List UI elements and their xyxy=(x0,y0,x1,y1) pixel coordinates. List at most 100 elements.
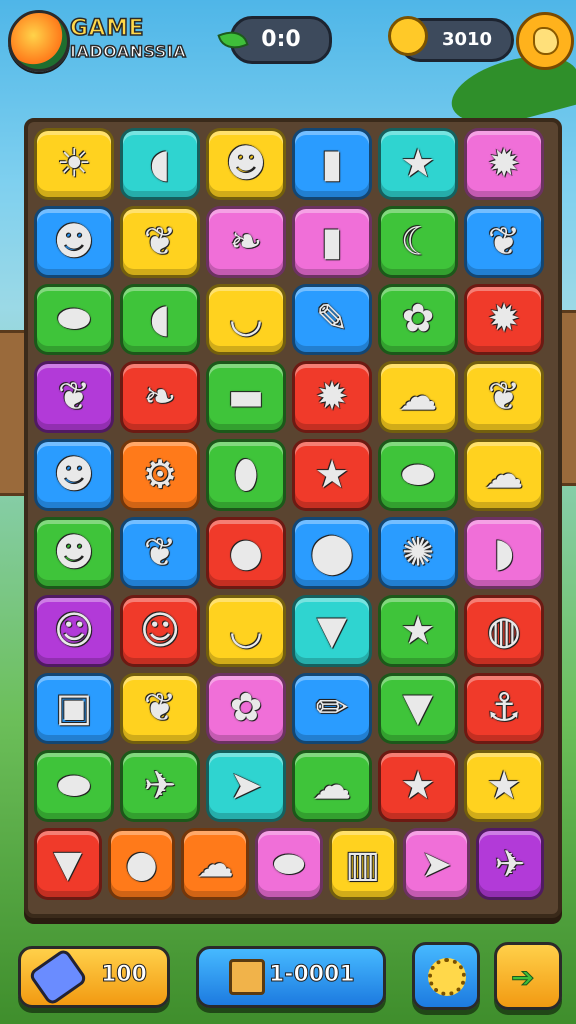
board-tile[interactable]: ☺ xyxy=(120,594,200,667)
board-tile[interactable]: ⬬ xyxy=(34,283,114,356)
board-tile[interactable]: ❦ xyxy=(464,361,544,434)
board-tile[interactable]: ◡ xyxy=(206,283,286,356)
board-tile[interactable]: ⚙ xyxy=(120,439,200,511)
board-tile[interactable]: ❦ xyxy=(120,672,200,745)
board-tile[interactable]: ☾ xyxy=(378,205,458,278)
board-tile[interactable]: ⬮ xyxy=(206,439,286,511)
monster-icon: ☻ xyxy=(53,452,95,498)
box-icon xyxy=(229,959,265,995)
board-tile[interactable]: ✏ xyxy=(292,672,372,745)
egg-icon: ⬬ xyxy=(57,763,91,809)
board-tile[interactable]: ☁ xyxy=(464,439,544,511)
board-tile[interactable]: ✺ xyxy=(378,517,458,589)
next-button[interactable]: ➔ xyxy=(494,942,562,1010)
apple-icon: ● xyxy=(125,842,158,886)
board-tile[interactable]: ☻ xyxy=(34,517,114,589)
board-tile[interactable]: ❦ xyxy=(464,205,544,278)
board-tile[interactable]: ▣ xyxy=(34,672,114,745)
carrot-icon: ▼ xyxy=(53,842,83,886)
board-tile[interactable]: ☻ xyxy=(206,128,286,200)
board-tile[interactable]: ★ xyxy=(378,750,458,823)
board-tile[interactable]: ★ xyxy=(378,128,458,200)
top-bar: GAME IADOANSSIA 0:0 3010 xyxy=(0,0,576,90)
board-tile[interactable]: ❦ xyxy=(34,361,114,434)
board-tile[interactable]: ⬬ xyxy=(378,439,458,511)
board-tile[interactable]: ✿ xyxy=(378,283,458,356)
cloud-icon: ☁ xyxy=(196,842,234,886)
board-tile[interactable]: ✈ xyxy=(120,750,200,823)
hammer-count: 100 xyxy=(101,962,148,988)
plant-icon: ✿ xyxy=(401,296,435,342)
board-tile[interactable]: ▼ xyxy=(378,672,458,745)
board-tile[interactable]: ★ xyxy=(292,439,372,511)
bottle-icon: ▮ xyxy=(321,141,343,187)
board-tile[interactable]: ☁ xyxy=(181,828,250,900)
leaf-icon: ❦ xyxy=(143,530,177,576)
board-tile[interactable]: ✹ xyxy=(464,283,544,356)
moves-count: 1-0001 xyxy=(269,962,356,988)
settings-button[interactable] xyxy=(412,942,480,1010)
board-tile[interactable]: ◍ xyxy=(464,594,544,667)
board-tile[interactable]: ◖ xyxy=(120,283,200,356)
board-tile[interactable]: ▼ xyxy=(34,828,102,900)
smile-icon: ☺ xyxy=(139,608,181,654)
board-tile[interactable]: ❧ xyxy=(120,361,200,434)
star-icon: ★ xyxy=(400,141,436,187)
board-tile[interactable]: ▮ xyxy=(292,205,372,278)
board-tile[interactable]: ⬬ xyxy=(255,828,323,900)
board-tile[interactable]: ❧ xyxy=(206,205,286,278)
board-tile[interactable]: ⚓ xyxy=(464,672,544,745)
board-tile[interactable]: ◖ xyxy=(120,128,200,200)
board-tile[interactable]: ▼ xyxy=(292,594,372,667)
leaf-icon: ❦ xyxy=(57,374,91,420)
game-title: GAME xyxy=(69,15,145,42)
board-tile[interactable]: ★ xyxy=(378,594,458,667)
feather-icon: ❧ xyxy=(229,219,263,265)
board-tile[interactable]: ✎ xyxy=(292,283,372,356)
board-tile[interactable]: ▮ xyxy=(292,128,372,200)
board-tile[interactable]: ◡ xyxy=(206,594,286,667)
feather-icon: ❧ xyxy=(143,374,177,420)
board-tile[interactable]: ✈ xyxy=(476,828,544,900)
cloud-icon: ☁ xyxy=(484,452,524,498)
cloud-icon: ☁ xyxy=(398,374,438,420)
board-tile[interactable]: ☁ xyxy=(378,361,458,434)
board-tile[interactable]: ➤ xyxy=(206,750,286,823)
creature-icon: ☻ xyxy=(225,141,267,187)
board-tile[interactable]: ⬤ xyxy=(292,517,372,589)
leaf-icon: ❦ xyxy=(487,374,521,420)
hammer-booster-button[interactable]: 100 xyxy=(18,946,170,1008)
arrow-icon: ➤ xyxy=(229,763,263,809)
star-icon: ★ xyxy=(314,452,350,498)
sun-wing-icon: ☀ xyxy=(56,141,92,187)
board-tile[interactable]: ▬ xyxy=(206,361,286,434)
grape-icon: ⬤ xyxy=(310,530,354,576)
board-tile[interactable]: ☻ xyxy=(34,205,114,278)
egg-icon: ⬬ xyxy=(401,452,435,498)
shop-button[interactable] xyxy=(516,12,574,70)
coin-icon xyxy=(388,16,428,56)
fish-icon: ◖ xyxy=(149,296,171,342)
tool-icon: ⚙ xyxy=(142,452,178,498)
board-tile[interactable]: ☻ xyxy=(34,439,114,511)
board-tile[interactable]: ☺ xyxy=(34,594,114,667)
board-tile[interactable]: ▥ xyxy=(328,828,397,900)
board-tile[interactable]: ❦ xyxy=(120,205,200,278)
board-tile[interactable]: ★ xyxy=(464,750,544,823)
star-icon: ★ xyxy=(400,608,436,654)
board-tile[interactable]: ❦ xyxy=(120,517,200,589)
board-tile[interactable]: ✹ xyxy=(292,361,372,434)
board-tile[interactable]: ◗ xyxy=(464,517,544,589)
board-tile[interactable]: ✹ xyxy=(464,128,544,200)
board-tile[interactable]: ☁ xyxy=(292,750,372,823)
hammer-icon xyxy=(27,947,89,1007)
carrot-icon: ▼ xyxy=(317,608,347,654)
board-tile[interactable]: ➤ xyxy=(402,828,471,900)
arrow-icon: ➤ xyxy=(420,842,452,886)
board-tile[interactable]: ☀ xyxy=(34,128,114,200)
board-tile[interactable]: ● xyxy=(206,517,286,589)
board-tile[interactable]: ⬬ xyxy=(34,750,114,823)
board-tile[interactable]: ✿ xyxy=(206,672,286,745)
board-tile[interactable]: ● xyxy=(107,828,176,900)
moves-button[interactable]: 1-0001 xyxy=(196,946,386,1008)
